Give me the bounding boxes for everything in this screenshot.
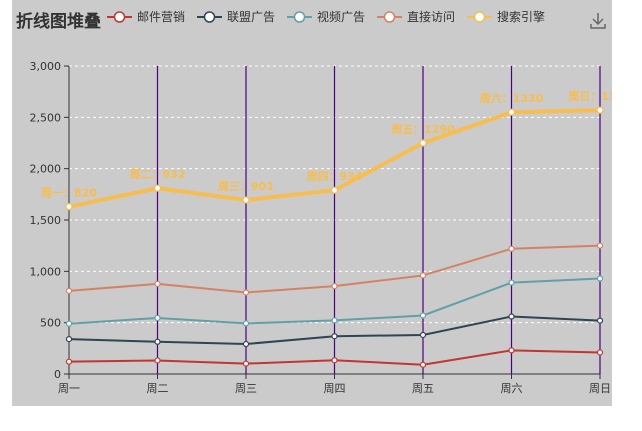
y-tick-label: 0 bbox=[54, 368, 61, 381]
data-point[interactable] bbox=[65, 358, 73, 365]
data-point[interactable] bbox=[596, 317, 604, 324]
data-point[interactable] bbox=[419, 312, 427, 319]
data-point[interactable] bbox=[331, 357, 338, 364]
data-point[interactable] bbox=[65, 203, 73, 211]
x-tick-label: 周一 bbox=[58, 382, 80, 395]
data-point[interactable] bbox=[242, 289, 250, 296]
legend-item[interactable]: 搜索引擎 bbox=[467, 9, 545, 24]
data-label: 周三：901 bbox=[218, 180, 274, 193]
data-label: 周二：932 bbox=[130, 168, 186, 181]
data-point[interactable] bbox=[154, 314, 161, 322]
legend-label: 联盟广告 bbox=[227, 10, 275, 24]
legend[interactable]: 邮件营销 联盟广告 视频广告 直接访问 搜索引擎 bbox=[107, 9, 545, 24]
data-point[interactable] bbox=[596, 275, 604, 282]
download-icon[interactable] bbox=[590, 13, 606, 29]
data-point[interactable] bbox=[242, 360, 250, 367]
data-point[interactable] bbox=[419, 331, 427, 339]
data-point[interactable] bbox=[419, 361, 427, 368]
data-point[interactable] bbox=[419, 272, 427, 279]
data-point[interactable] bbox=[242, 320, 250, 327]
data-point[interactable] bbox=[508, 313, 515, 320]
legend-marker bbox=[473, 11, 486, 23]
data-point[interactable] bbox=[331, 317, 338, 324]
data-point[interactable] bbox=[596, 242, 604, 249]
y-tick-label: 2,000 bbox=[30, 163, 62, 176]
chart: 0 500 1,000 1,500 2,000 2,500 3,000 周一 周二 周三 周四 周五 周… bbox=[16, 9, 612, 395]
data-point[interactable] bbox=[242, 196, 250, 204]
y-tick-label: 1,000 bbox=[30, 265, 62, 278]
data-labels: 周一：820 周二：932 周三：901 周四：934 周五：1290 周六：1330 周日… bbox=[41, 90, 612, 200]
legend-label: 邮件营销 bbox=[137, 10, 185, 24]
legend-label: 直接访问 bbox=[407, 9, 455, 24]
legend-label: 搜索引擎 bbox=[497, 9, 545, 24]
x-tick-label: 周六 bbox=[501, 382, 523, 395]
x-tick-label: 周三 bbox=[235, 382, 257, 395]
data-point[interactable] bbox=[65, 287, 73, 294]
legend-item[interactable]: 视频广告 bbox=[287, 9, 365, 24]
data-point[interactable] bbox=[242, 340, 250, 348]
legend-item[interactable]: 邮件营销 bbox=[107, 10, 185, 24]
legend-item[interactable]: 直接访问 bbox=[377, 9, 455, 24]
data-point[interactable] bbox=[154, 280, 161, 287]
data-point[interactable] bbox=[153, 184, 162, 192]
legend-marker bbox=[203, 11, 216, 23]
chart-title: 折线图堆叠 bbox=[16, 11, 101, 32]
data-label: 周日：1320 bbox=[568, 90, 612, 103]
data-point[interactable] bbox=[508, 347, 515, 354]
y-tick-label: 2,500 bbox=[30, 111, 62, 124]
legend-label: 视频广告 bbox=[317, 9, 365, 24]
x-tick-label: 周日 bbox=[589, 382, 611, 395]
x-tick-label: 周二 bbox=[147, 382, 169, 395]
y-tick-label: 1,500 bbox=[30, 214, 62, 227]
data-label: 周四：934 bbox=[307, 170, 363, 183]
x-tick-label: 周五 bbox=[412, 382, 434, 395]
data-point[interactable] bbox=[507, 108, 516, 116]
data-label: 周五：1290 bbox=[391, 123, 455, 136]
legend-item[interactable]: 联盟广告 bbox=[197, 10, 275, 24]
legend-marker bbox=[383, 11, 396, 23]
data-point[interactable] bbox=[596, 349, 604, 356]
x-tick-label: 周四 bbox=[324, 382, 346, 395]
data-point[interactable] bbox=[65, 335, 73, 343]
data-point[interactable] bbox=[330, 186, 339, 194]
data-label: 周一：820 bbox=[41, 187, 97, 200]
data-point[interactable] bbox=[154, 357, 161, 364]
y-tick-label: 500 bbox=[40, 317, 61, 330]
data-point[interactable] bbox=[65, 320, 73, 327]
y-tick-label: 3,000 bbox=[30, 60, 62, 73]
legend-marker bbox=[113, 11, 126, 23]
data-point[interactable] bbox=[154, 338, 161, 345]
data-point[interactable] bbox=[508, 245, 515, 252]
data-point[interactable] bbox=[419, 139, 427, 147]
data-point[interactable] bbox=[596, 106, 604, 114]
data-point[interactable] bbox=[331, 333, 338, 340]
chart-panel: 0 500 1,000 1,500 2,000 2,500 3,000 周一 周二 周三 周四 周五 周… bbox=[12, 0, 612, 406]
data-label: 周六：1330 bbox=[480, 91, 544, 105]
data-point[interactable] bbox=[331, 283, 338, 290]
data-point[interactable] bbox=[508, 279, 515, 286]
legend-marker bbox=[293, 11, 306, 23]
